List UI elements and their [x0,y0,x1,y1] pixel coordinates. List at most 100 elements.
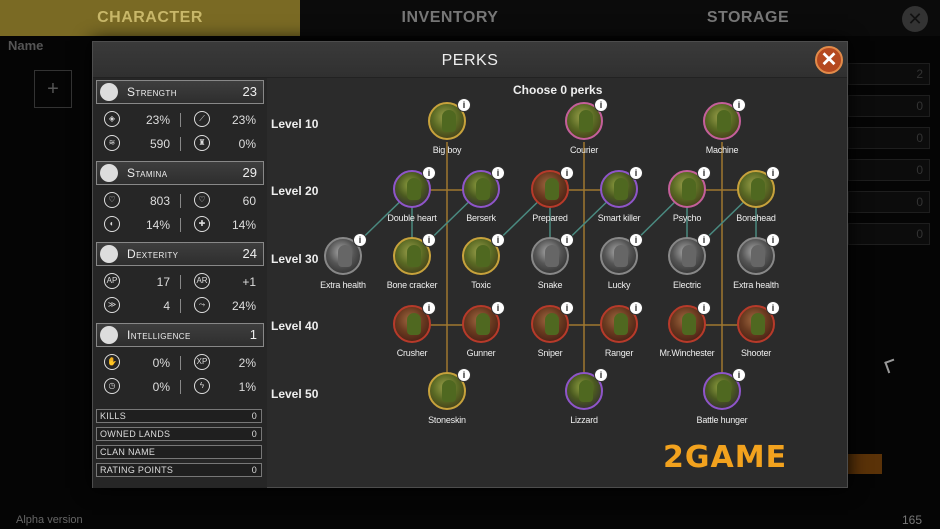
perk-snake[interactable]: i Snake [510,233,590,290]
side-value-row: 0 [848,191,930,213]
perk-label: Shooter [740,348,772,358]
background-button[interactable] [848,454,882,474]
side-value-row: 0 [848,159,930,181]
perk-electric[interactable]: i Electric [647,233,727,290]
perk-bonehead[interactable]: i Bonehead [716,166,796,223]
tab-storage[interactable]: STORAGE [600,0,896,36]
perk-double-heart[interactable]: i Double heart [372,166,452,223]
tab-character[interactable]: CHARACTER [0,0,300,36]
perk-label: Machine [705,145,739,155]
perk-battle-hunger[interactable]: i Battle hunger [682,368,762,425]
info-icon[interactable]: i [629,233,643,247]
perk-crusher[interactable]: i Crusher [372,301,452,358]
perk-label: Extra health [733,280,779,290]
info-icon[interactable]: i [766,166,780,180]
level-label: Level 50 [271,387,319,401]
perk-machine[interactable]: i Machine [682,98,762,155]
perk-extra-health[interactable]: i Extra health [303,233,383,290]
side-value-row: 0 [848,95,930,117]
info-icon[interactable]: i [491,166,505,180]
orc-portrait-icon: i [737,166,780,208]
orc-portrait-icon: i [393,166,436,208]
perk-stoneskin[interactable]: i Stoneskin [407,368,487,425]
perk-gunner[interactable]: i Gunner [441,301,521,358]
orc-portrait-icon: i [428,368,471,410]
perk-big-boy[interactable]: i Big boy [407,98,487,155]
perk-label: Big boy [432,145,462,155]
orc-portrait-icon: i [462,301,505,343]
orc-portrait-icon: i [531,233,574,275]
counter-label: 165 [901,513,922,527]
perk-extra-health[interactable]: i Extra health [716,233,796,290]
info-icon[interactable]: i [594,368,608,382]
2game-logo: 2GAME [663,440,788,475]
info-icon[interactable]: i [422,233,436,247]
orc-portrait-icon: i [393,301,436,343]
info-icon[interactable]: i [697,233,711,247]
perk-prepared[interactable]: i Prepared [510,166,590,223]
perk-toxic[interactable]: i Toxic [441,233,521,290]
orc-portrait-icon: i [703,368,746,410]
info-icon[interactable]: i [697,301,711,315]
perk-label: Crusher [396,348,428,358]
orc-portrait-icon: i [737,301,780,343]
orc-portrait-icon: i [393,233,436,275]
add-slot-button[interactable]: + [34,70,72,108]
perk-label: Gunner [466,348,496,358]
info-icon[interactable]: i [353,233,367,247]
perk-label: Electric [673,280,701,290]
info-icon[interactable]: i [560,301,574,315]
orc-portrait-icon: i [703,98,746,140]
info-icon[interactable]: i [457,98,471,112]
perk-lizzard[interactable]: i Lizzard [544,368,624,425]
background-close-icon[interactable]: ✕ [902,6,928,32]
orc-portrait-icon: i [600,233,643,275]
orc-portrait-icon: i [462,233,505,275]
perk-shooter[interactable]: i Shooter [716,301,796,358]
perk-bone-cracker[interactable]: i Bone cracker [372,233,452,290]
orc-portrait-icon: i [428,98,471,140]
orc-portrait-icon: i [600,301,643,343]
info-icon[interactable]: i [766,233,780,247]
perk-label: Stoneskin [428,415,466,425]
info-icon[interactable]: i [629,301,643,315]
mouse-cursor-icon [884,358,898,374]
info-icon[interactable]: i [697,166,711,180]
orc-portrait-icon: i [600,166,643,208]
tab-inventory[interactable]: INVENTORY [300,0,600,36]
info-icon[interactable]: i [594,98,608,112]
info-icon[interactable]: i [732,98,746,112]
level-label: Level 40 [271,319,319,333]
orc-portrait-icon: i [565,98,608,140]
perk-label: Bone cracker [386,280,438,290]
orc-portrait-icon: i [462,166,505,208]
perk-label: Psycho [672,213,702,223]
perk-sniper[interactable]: i Sniper [510,301,590,358]
perk-label: Lizzard [570,415,598,425]
orc-portrait-icon: i [668,233,711,275]
info-icon[interactable]: i [491,233,505,247]
info-icon[interactable]: i [766,301,780,315]
orc-portrait-icon: i [531,301,574,343]
perk-label: Bonehead [736,213,776,223]
info-icon[interactable]: i [457,368,471,382]
perk-berserk[interactable]: i Berserk [441,166,521,223]
info-icon[interactable]: i [422,301,436,315]
name-label: Name [8,38,44,53]
perk-label: Prepared [532,213,568,223]
info-icon[interactable]: i [629,166,643,180]
perk-psycho[interactable]: i Psycho [647,166,727,223]
info-icon[interactable]: i [560,233,574,247]
perk-courier[interactable]: i Courier [544,98,624,155]
orc-portrait-icon: i [531,166,574,208]
perk-mr-winchester[interactable]: i Mr.Winchester [647,301,727,358]
orc-portrait-icon: i [668,166,711,208]
info-icon[interactable]: i [422,166,436,180]
perk-label: Snake [537,280,563,290]
perk-label: Double heart [387,213,437,223]
info-icon[interactable]: i [732,368,746,382]
info-icon[interactable]: i [491,301,505,315]
perk-label: Toxic [471,280,491,290]
info-icon[interactable]: i [560,166,574,180]
orc-portrait-icon: i [324,233,367,275]
